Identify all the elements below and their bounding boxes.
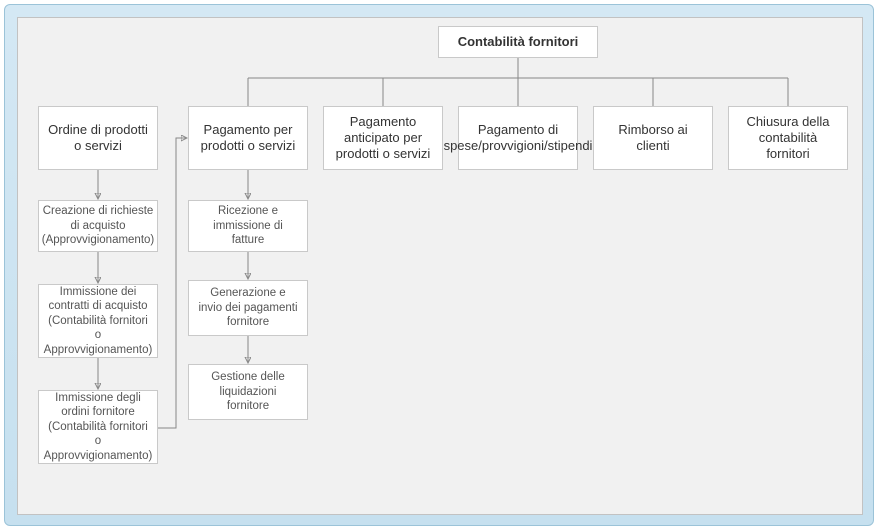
step-label: Generazione e invio dei pagamenti fornit… — [197, 286, 299, 329]
category-label: Chiusura della contabilità fornitori — [737, 114, 839, 163]
step-immissione-ordini: Immissione degli ordini fornitore (Conta… — [38, 390, 158, 464]
step-label: Immissione degli ordini fornitore (Conta… — [44, 391, 153, 463]
step-generazione-pagamenti: Generazione e invio dei pagamenti fornit… — [188, 280, 308, 336]
step-gestione-liquidazioni: Gestione delle liquidazioni fornitore — [188, 364, 308, 420]
category-label: Pagamento per prodotti o servizi — [197, 122, 299, 155]
category-ordine-prodotti: Ordine di prodotti o servizi — [38, 106, 158, 170]
step-label: Gestione delle liquidazioni fornitore — [197, 370, 299, 413]
root-title: Contabilità fornitori — [458, 34, 579, 50]
step-label: Ricezione e immissione di fatture — [197, 204, 299, 247]
diagram-outer-frame: Contabilità fornitori Ordine di prodotti… — [4, 4, 874, 526]
category-label: Ordine di prodotti o servizi — [47, 122, 149, 155]
category-label: Rimborso ai clienti — [602, 122, 704, 155]
category-pagamento-prodotti: Pagamento per prodotti o servizi — [188, 106, 308, 170]
category-rimborso-clienti: Rimborso ai clienti — [593, 106, 713, 170]
step-creazione-richieste: Creazione di richieste di acquisto (Appr… — [38, 200, 158, 252]
root-node: Contabilità fornitori — [438, 26, 598, 58]
step-ricezione-fatture: Ricezione e immissione di fatture — [188, 200, 308, 252]
step-label: Creazione di richieste di acquisto (Appr… — [42, 204, 155, 247]
category-chiusura: Chiusura della contabilità fornitori — [728, 106, 848, 170]
category-label: Pagamento di spese/provvigioni/stipendi — [444, 122, 593, 155]
category-pagamento-anticipato: Pagamento anticipato per prodotti o serv… — [323, 106, 443, 170]
category-label: Pagamento anticipato per prodotti o serv… — [332, 114, 434, 163]
diagram-canvas: Contabilità fornitori Ordine di prodotti… — [17, 17, 863, 515]
step-immissione-contratti: Immissione dei contratti di acquisto (Co… — [38, 284, 158, 358]
category-pagamento-spese: Pagamento di spese/provvigioni/stipendi — [458, 106, 578, 170]
step-label: Immissione dei contratti di acquisto (Co… — [44, 285, 153, 357]
